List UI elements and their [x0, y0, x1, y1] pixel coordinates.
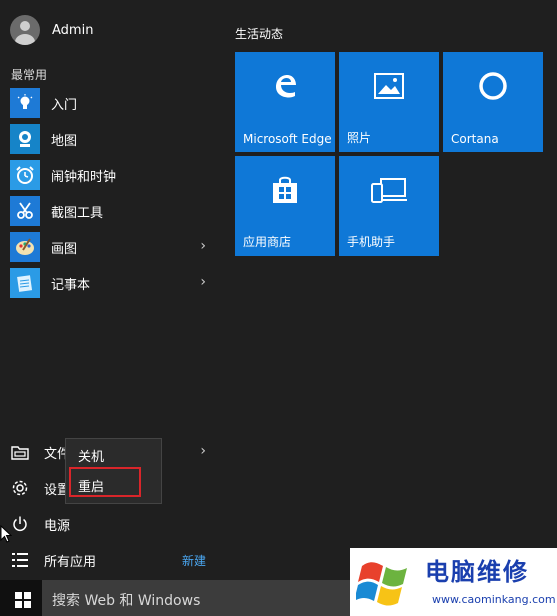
chevron-right-icon[interactable]: › [200, 274, 206, 290]
tile-label: Cortana [451, 132, 499, 146]
power-label: 电源 [44, 518, 71, 534]
tile-microsoft-edge[interactable]: Microsoft Edge [235, 52, 335, 152]
cortana-icon [477, 70, 509, 106]
app-item-alarms[interactable]: 闹钟和时钟 [10, 157, 210, 193]
app-label: 地图 [51, 133, 78, 149]
start-menu: Admin 最常用 入门 地图 闹钟和时钟 截图工具 画图 › 记事本 › › … [0, 0, 557, 580]
list-icon [10, 550, 30, 570]
user-account[interactable]: Admin [10, 15, 93, 45]
avatar [10, 15, 40, 45]
tile-phone-companion[interactable]: 手机助手 [339, 156, 439, 256]
tile-cortana[interactable]: Cortana [443, 52, 543, 152]
tiles-heading: 生活动态 [235, 27, 284, 41]
alarm-clock-icon [10, 160, 40, 190]
most-used-heading: 最常用 [11, 68, 48, 82]
all-apps-label: 所有应用 [44, 554, 97, 570]
tile-label: 手机助手 [347, 235, 396, 249]
chevron-right-icon[interactable]: › [200, 443, 206, 459]
tile-label: Microsoft Edge [243, 132, 332, 146]
new-badge: 新建 [181, 554, 206, 568]
power-icon [10, 514, 30, 534]
search-placeholder: 搜索 Web 和 Windows [52, 593, 201, 609]
tile-store[interactable]: 应用商店 [235, 156, 335, 256]
app-item-get-started[interactable]: 入门 [10, 85, 210, 121]
app-item-notepad[interactable]: 记事本 › [10, 265, 210, 301]
most-used-list: 入门 地图 闹钟和时钟 截图工具 画图 › 记事本 › [10, 85, 210, 301]
app-item-maps[interactable]: 地图 [10, 121, 210, 157]
app-label: 入门 [51, 97, 78, 113]
phone-companion-icon [371, 176, 407, 208]
all-apps-item[interactable]: 所有应用 新建 [10, 542, 210, 578]
watermark-logo: 电脑维修 www.caominkang.com [350, 548, 557, 616]
tile-photos[interactable]: 照片 [339, 52, 439, 152]
photos-icon [374, 73, 404, 103]
app-label: 闹钟和时钟 [51, 169, 117, 185]
gear-icon [10, 478, 30, 498]
chevron-right-icon[interactable]: › [200, 238, 206, 254]
app-item-snipping-tool[interactable]: 截图工具 [10, 193, 210, 229]
paint-palette-icon [10, 232, 40, 262]
watermark-url: www.caominkang.com [432, 593, 556, 606]
windows-flag-logo-icon [356, 562, 407, 606]
folder-icon [10, 442, 30, 462]
mouse-cursor-icon [0, 524, 13, 547]
store-icon [271, 175, 299, 209]
app-item-paint[interactable]: 画图 › [10, 229, 210, 265]
tile-label: 应用商店 [243, 235, 292, 249]
shutdown-menu-item[interactable]: 关机 [78, 446, 104, 465]
app-label: 记事本 [51, 277, 91, 293]
notepad-icon [10, 268, 40, 298]
edge-icon [270, 71, 300, 105]
restart-highlight-box [69, 467, 141, 497]
search-box[interactable]: 搜索 Web 和 Windows [42, 580, 362, 616]
username: Admin [52, 22, 94, 38]
map-camera-icon [10, 124, 40, 154]
tile-label: 照片 [347, 131, 372, 145]
power-item[interactable]: 电源 [10, 506, 210, 542]
watermark-title: 电脑维修 [425, 558, 529, 586]
scissors-icon [10, 196, 40, 226]
windows-start-icon[interactable] [15, 592, 31, 608]
app-label: 截图工具 [51, 205, 104, 221]
app-label: 画图 [51, 241, 78, 257]
lightbulb-icon [10, 88, 40, 118]
